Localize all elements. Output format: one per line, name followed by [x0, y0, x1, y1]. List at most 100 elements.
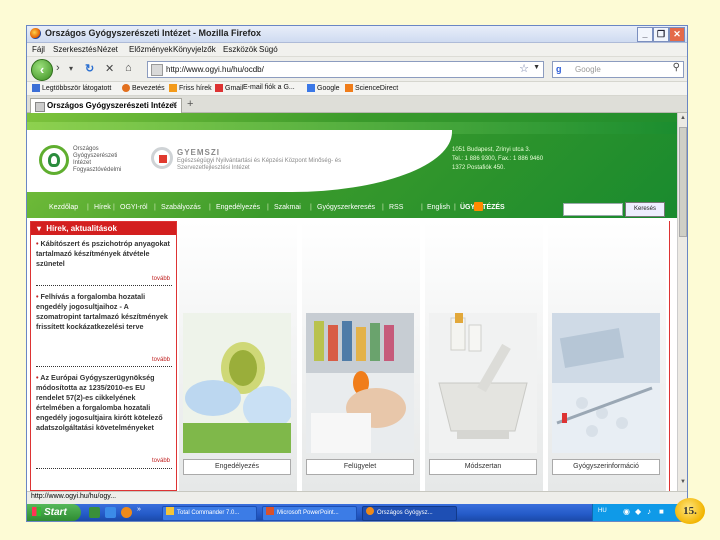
search-box[interactable]: g Google ⚲: [552, 61, 684, 78]
stop-button[interactable]: ✕: [105, 62, 114, 75]
page-content: Országos Gyógyszerészeti Intézet Fogyasz…: [27, 113, 677, 491]
licensing-photo: [183, 313, 291, 453]
menu-help[interactable]: Súgó: [259, 45, 278, 54]
firefox-icon: [30, 28, 41, 39]
nav-rss[interactable]: RSS: [389, 204, 403, 211]
menu-view[interactable]: Nézet: [97, 45, 118, 54]
tray-app-icon[interactable]: ■: [659, 507, 664, 516]
quicklaunch-ie-icon[interactable]: [105, 507, 116, 518]
divider: [36, 366, 172, 367]
menu-file[interactable]: Fájl: [32, 45, 45, 54]
scroll-up-icon[interactable]: ▲: [679, 115, 687, 125]
scroll-thumb[interactable]: [679, 127, 687, 237]
slide-number: 15.: [675, 498, 705, 524]
news-more-link[interactable]: tovább: [152, 458, 170, 464]
bookmark-google[interactable]: Google: [307, 84, 340, 92]
news-item[interactable]: • Kábítószert és pszichotróp anyagokat t…: [36, 239, 174, 269]
bookmark-latest-headlines[interactable]: Friss hírek: [169, 84, 212, 92]
vertical-scrollbar[interactable]: ▲ ▼: [677, 113, 687, 491]
menu-tools[interactable]: Eszközök: [223, 45, 257, 54]
nav-english[interactable]: English: [427, 204, 450, 211]
site-search-input[interactable]: [563, 203, 623, 216]
bookmark-gmail[interactable]: Gmail: [215, 84, 243, 92]
tab-active[interactable]: Országos Gyógyszerészeti Intézet ✕: [30, 98, 182, 113]
bookmark-sciencedirect[interactable]: ScienceDirect: [345, 84, 398, 92]
menu-history[interactable]: Előzmények: [129, 45, 173, 54]
history-dropdown-icon[interactable]: ▾: [69, 64, 73, 73]
site-favicon: [151, 64, 163, 76]
service-tiles: Engedélyezés Felügyelet Módszertan Gyógy…: [179, 221, 670, 491]
home-button[interactable]: ⌂: [125, 62, 132, 74]
site-search-button[interactable]: Keresés: [625, 202, 665, 217]
tile-methodology[interactable]: Módszertan: [425, 221, 543, 491]
search-placeholder: Google: [575, 65, 601, 74]
bookmark-getting-started[interactable]: Bevezetés: [122, 84, 165, 92]
navigation-toolbar: ‹ › ▾ ↻ ✕ ⌂ http://www.ogyi.hu/hu/ocdb/ …: [27, 57, 687, 82]
tab-favicon: [35, 102, 45, 112]
nav-home[interactable]: Kezdőlap: [49, 204, 78, 211]
gyemszi-name: GYEMSZI: [177, 148, 221, 157]
menu-edit[interactable]: Szerkesztés: [53, 45, 97, 54]
quicklaunch-firefox-icon[interactable]: [121, 507, 132, 518]
maximize-button[interactable]: ❐: [653, 27, 669, 42]
forward-button[interactable]: ›: [56, 62, 60, 74]
tile-caption: Gyógyszerinformáció: [552, 459, 660, 475]
tile-caption: Módszertan: [429, 459, 537, 475]
news-more-link[interactable]: tovább: [152, 357, 170, 363]
gyemszi-subtitle: Egészségügyi Nyilvántartási és Képzési K…: [177, 158, 342, 171]
news-item[interactable]: • Az Európai Gyógyszerügynökség módosíto…: [36, 373, 174, 433]
news-heading: ▾ Hírek, aktualitások: [31, 222, 176, 235]
gyemszi-logo-icon: [151, 147, 173, 169]
system-tray: HU ◉ ◆ ♪ ■: [592, 504, 687, 521]
bookmark-most-visited[interactable]: Legtöbbször látogatott: [32, 84, 111, 92]
back-button[interactable]: ‹: [31, 59, 53, 81]
nav-about[interactable]: OGYI-ról: [120, 204, 148, 211]
scroll-down-icon[interactable]: ▼: [679, 479, 687, 489]
menu-bookmarks[interactable]: Könyvjelzők: [173, 45, 216, 54]
volume-icon[interactable]: ♪: [647, 507, 651, 516]
tile-licensing[interactable]: Engedélyezés: [179, 221, 297, 491]
news-heading-arrow-icon: ▾: [37, 224, 42, 233]
nav-news[interactable]: Hírek: [94, 204, 111, 211]
bookmark-email-account[interactable]: E-mail fiók a G...: [243, 84, 295, 91]
tile-drug-information[interactable]: Gyógyszerinformáció: [548, 221, 666, 491]
url-dropdown-icon[interactable]: ▼: [533, 64, 540, 71]
contact-address: 1051 Budapest, Zrínyi utca 3. Tel.: 1 88…: [452, 147, 544, 171]
url-text: http://www.ogyi.hu/hu/ocdb/: [166, 65, 264, 74]
tab-label: Országos Gyógyszerészeti Intézet: [47, 101, 177, 110]
close-button[interactable]: ✕: [669, 27, 685, 42]
network-icon[interactable]: ◉: [623, 507, 630, 516]
taskbar-powerpoint[interactable]: Microsoft PowerPoint...: [262, 506, 357, 521]
supervision-photo: [306, 313, 414, 453]
title-bar: Országos Gyógyszerészeti Intézet - Mozil…: [27, 26, 687, 43]
quicklaunch-more-icon[interactable]: »: [137, 506, 141, 513]
tab-close-icon[interactable]: ✕: [171, 100, 178, 109]
start-button[interactable]: Start: [27, 504, 81, 521]
taskbar-total-commander[interactable]: Total Commander 7.0...: [162, 506, 257, 521]
search-icon[interactable]: ⚲: [673, 62, 680, 73]
language-indicator[interactable]: HU: [598, 508, 607, 514]
tile-caption: Engedélyezés: [183, 459, 291, 475]
news-more-link[interactable]: tovább: [152, 276, 170, 282]
menu-bar: Fájl Szerkesztés Nézet Előzmények Könyvj…: [27, 43, 687, 57]
divider: [36, 468, 172, 469]
drug-information-photo: [552, 313, 660, 453]
new-tab-button[interactable]: +: [187, 98, 193, 110]
nav-professional[interactable]: Szakmai: [274, 204, 301, 211]
rss-icon[interactable]: [474, 202, 483, 211]
tile-supervision[interactable]: Felügyelet: [302, 221, 420, 491]
nav-drug-search[interactable]: Gyógyszerkeresés: [317, 204, 375, 211]
methodology-photo: [429, 313, 537, 453]
news-item[interactable]: • Felhívás a forgalomba hozatali engedél…: [36, 292, 174, 332]
reload-button[interactable]: ↻: [85, 62, 94, 75]
status-bar: http://www.ogyi.hu/hu/ogy...: [27, 491, 687, 504]
nav-regulation[interactable]: Szabályozás: [161, 204, 201, 211]
minimize-button[interactable]: _: [637, 27, 653, 42]
nav-licensing[interactable]: Engedélyezés: [216, 204, 260, 211]
url-bar[interactable]: http://www.ogyi.hu/hu/ocdb/ ☆ ▼: [147, 61, 544, 78]
bookmark-star-icon[interactable]: ☆: [519, 62, 529, 75]
taskbar-firefox[interactable]: Országos Gyógysz...: [362, 506, 457, 521]
ogyi-logo-icon[interactable]: [39, 145, 69, 175]
security-icon[interactable]: ◆: [635, 507, 641, 516]
quicklaunch-desktop-icon[interactable]: [89, 507, 100, 518]
